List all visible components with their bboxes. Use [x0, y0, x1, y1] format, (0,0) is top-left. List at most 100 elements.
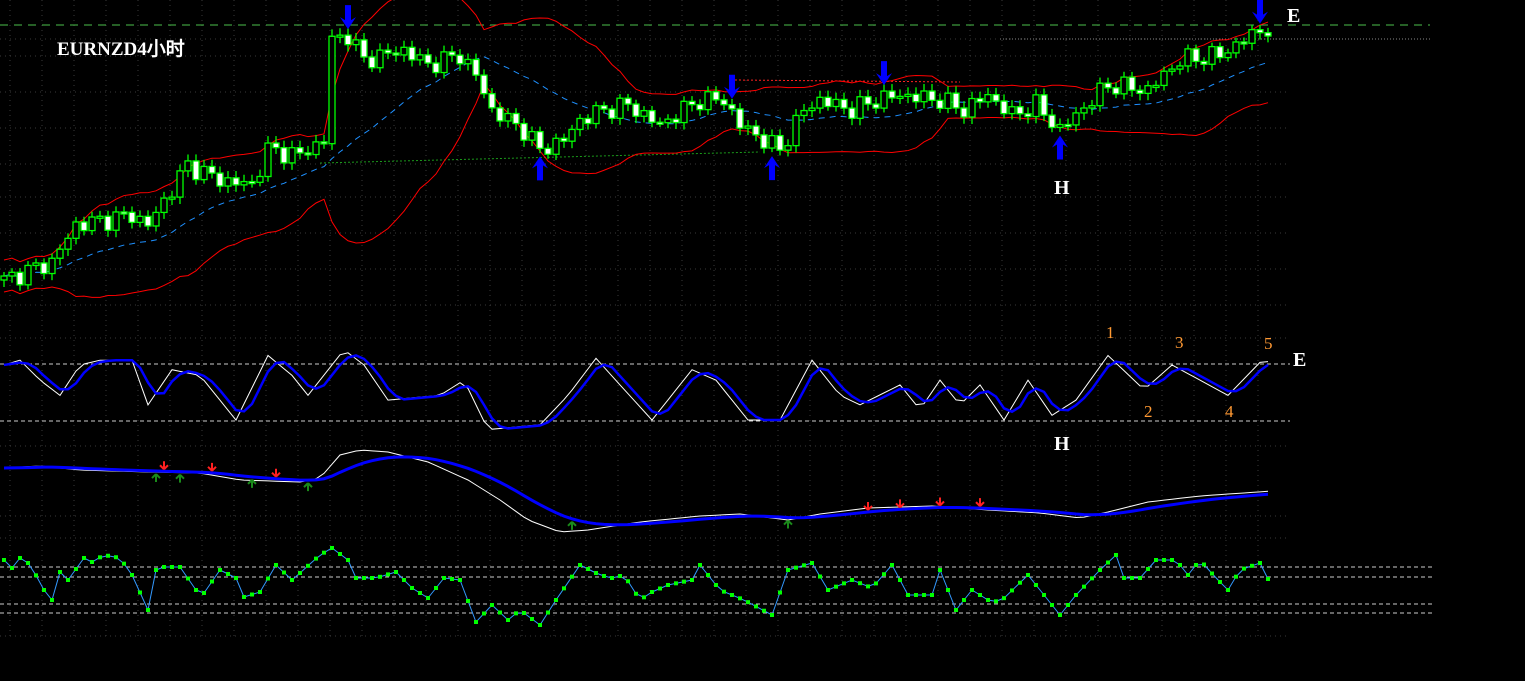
sell-mark-icon [895, 499, 905, 509]
oscillator-dot [266, 576, 270, 581]
candle-body [304, 152, 312, 156]
candle-body [112, 211, 120, 231]
candle-body [64, 237, 72, 250]
oscillator-dot [146, 608, 150, 612]
buy-mark-icon [247, 479, 257, 488]
candle-body [232, 177, 240, 186]
oscillator-dot [378, 574, 382, 579]
candle-body [1088, 105, 1096, 109]
oscillator-dot [482, 611, 486, 616]
oscillator-dot [962, 598, 966, 602]
oscillator-dot [562, 586, 566, 591]
candle-body [328, 35, 336, 145]
oscillator-dot [1162, 558, 1166, 562]
candle-body [552, 137, 560, 155]
candle-body [1200, 60, 1208, 65]
candle-body [48, 257, 56, 275]
oscillator-dot [210, 579, 214, 584]
oscillator-dot [890, 563, 894, 567]
oscillator-dot [218, 568, 222, 572]
candle-body [904, 93, 912, 98]
oscillator-dot [1090, 576, 1094, 581]
oscillator-dot [626, 579, 630, 584]
candle-body [344, 34, 352, 46]
oscillator-dot [850, 578, 854, 582]
oscillator-dot [818, 574, 822, 579]
candle-body [1224, 52, 1232, 59]
candle-body [560, 137, 568, 142]
candle-body [1232, 41, 1240, 54]
oscillator-dot [1034, 583, 1038, 587]
oscillator-dot [1122, 576, 1126, 580]
oscillator-dot [1082, 584, 1086, 589]
candle-body [312, 141, 320, 156]
oscillator-dot [618, 574, 622, 578]
oscillator-dot [738, 596, 742, 601]
oscillator-dot [546, 610, 550, 615]
oscillator-dot [842, 581, 846, 586]
candle-body [936, 99, 944, 110]
oscillator-dot [770, 613, 774, 617]
candle-body [736, 108, 744, 129]
candle-body [384, 49, 392, 54]
candle-body [984, 93, 992, 103]
oscillator-dot [778, 590, 782, 595]
candle-body [24, 264, 32, 286]
candle-body [1240, 41, 1248, 45]
oscillator-dot [466, 599, 470, 603]
candle-body [184, 160, 192, 172]
oscillator-dot [610, 576, 614, 580]
candle-body [1184, 48, 1192, 67]
oscillator-dot [1250, 563, 1254, 568]
candle-body [1080, 107, 1088, 114]
oscillator-dot [338, 552, 342, 556]
oscillator-dot [906, 593, 910, 597]
candle-body [392, 52, 400, 56]
oscillator-dot [522, 611, 526, 615]
oscillator-dot [1010, 588, 1014, 593]
oscillator-dot [274, 563, 278, 567]
oscillator-dot [866, 584, 870, 589]
oscillator-dot [1026, 573, 1030, 577]
candle-body [8, 271, 16, 277]
wave-label-1: 1 [1106, 323, 1115, 342]
candle-body [616, 97, 624, 120]
oscillator-dot [1098, 568, 1102, 572]
candle-body [576, 117, 584, 131]
candle-body [1176, 65, 1184, 70]
label-h-price: H [1054, 177, 1070, 199]
oscillator-dot [954, 608, 958, 612]
candle-body [704, 91, 712, 111]
candle-body [656, 121, 664, 125]
candle-body [0, 275, 8, 281]
candle-body [744, 125, 752, 129]
candle-body [1032, 94, 1040, 118]
oscillator-dot [170, 565, 174, 569]
candle-body [1136, 89, 1144, 95]
candle-body [1208, 45, 1216, 65]
candle-body [856, 96, 864, 119]
candle-body [1104, 82, 1112, 89]
candle-body [520, 122, 528, 141]
candle-body [648, 109, 656, 123]
oscillator-dot [794, 565, 798, 570]
oscillator-dot [194, 588, 198, 592]
candle-body [224, 177, 232, 187]
oscillator-dot [18, 556, 22, 560]
oscillator-dot [754, 604, 758, 609]
oscillator-dot [1130, 576, 1134, 580]
candle-body [192, 160, 200, 181]
candle-body [264, 142, 272, 178]
oscillator-dot [730, 593, 734, 597]
oscillator-dot [858, 581, 862, 586]
oscillator-dot [682, 579, 686, 584]
candle-body [16, 271, 24, 286]
oscillator-dot [442, 576, 446, 580]
candle-body [56, 248, 64, 259]
oscillator-dot [1170, 558, 1174, 562]
candle-body [240, 180, 248, 186]
candle-body [512, 112, 520, 125]
buy-mark-icon [151, 473, 161, 483]
oscillator-dot [2, 558, 6, 562]
candle-body [800, 109, 808, 117]
